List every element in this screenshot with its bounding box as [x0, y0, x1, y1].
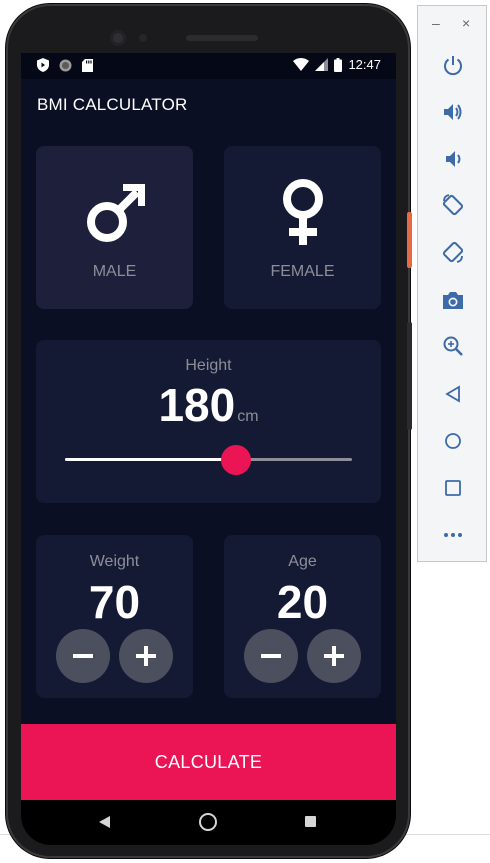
back-icon[interactable] — [440, 381, 466, 407]
weight-label: Weight — [89, 553, 140, 570]
overview-icon[interactable] — [440, 475, 466, 501]
close-button[interactable]: × — [462, 15, 470, 31]
proximity-sensor — [139, 34, 147, 42]
female-card[interactable]: FEMALE — [224, 146, 381, 309]
weight-decrement-button[interactable] — [56, 629, 110, 683]
sd-card-icon — [82, 58, 93, 72]
minus-icon — [73, 654, 93, 658]
status-icons-left — [37, 58, 93, 72]
phone-power-button — [407, 212, 412, 268]
system-nav-bar — [21, 800, 396, 845]
phone-screen: 12:47 BMI CALCULATOR MALE FEMALE Height … — [21, 53, 396, 800]
status-time: 12:47 — [348, 57, 381, 72]
age-decrement-button[interactable] — [244, 629, 298, 683]
height-value-row: 180 cm — [36, 378, 381, 432]
height-unit: cm — [237, 408, 259, 425]
calculate-button[interactable]: CALCULATE — [21, 724, 396, 800]
power-icon[interactable] — [440, 52, 466, 78]
weight-card: Weight 70 — [36, 535, 193, 698]
toolbar-window-controls: – × — [418, 6, 486, 42]
height-label: Height — [185, 357, 232, 374]
height-value: 180 — [158, 379, 236, 431]
status-icons-right: 12:47 — [293, 57, 381, 72]
plus-icon — [136, 646, 156, 666]
phone-volume-button — [407, 322, 412, 430]
nav-recents-icon[interactable] — [305, 816, 316, 827]
age-label: Age — [288, 553, 317, 570]
play-protect-icon — [37, 58, 49, 72]
app-title: BMI CALCULATOR — [37, 95, 188, 114]
status-bar: 12:47 — [21, 53, 396, 79]
minimize-button[interactable]: – — [432, 15, 440, 31]
height-card: Height 180 cm — [36, 340, 381, 503]
rotate-left-icon[interactable] — [440, 192, 466, 218]
height-slider-thumb[interactable] — [221, 445, 251, 475]
home-icon[interactable] — [440, 428, 466, 454]
front-camera — [110, 30, 126, 46]
age-value: 20 — [276, 576, 329, 628]
male-card[interactable]: MALE — [36, 146, 193, 309]
earpiece-speaker — [186, 35, 258, 41]
sync-icon — [59, 59, 72, 71]
app-bar: BMI CALCULATOR — [21, 79, 396, 131]
more-icon[interactable] — [440, 522, 466, 548]
male-icon — [87, 184, 145, 242]
camera-icon[interactable] — [440, 287, 466, 313]
rotate-right-icon[interactable] — [440, 239, 466, 265]
volume-down-icon[interactable] — [440, 146, 466, 172]
female-label: FEMALE — [270, 263, 335, 280]
age-increment-button[interactable] — [307, 629, 361, 683]
volume-up-icon[interactable] — [440, 99, 466, 125]
minus-icon — [261, 654, 281, 658]
plus-icon — [324, 646, 344, 666]
female-icon — [283, 179, 323, 245]
age-card: Age 20 — [224, 535, 381, 698]
male-label: MALE — [92, 263, 137, 280]
battery-icon — [334, 57, 343, 72]
nav-home-icon[interactable] — [199, 813, 217, 831]
height-slider-active-track[interactable] — [65, 458, 236, 461]
weight-increment-button[interactable] — [119, 629, 173, 683]
nav-back-icon[interactable] — [99, 816, 110, 828]
wifi-icon — [293, 58, 310, 71]
emulator-toolbar: – × — [417, 5, 487, 562]
weight-value: 70 — [88, 576, 141, 628]
zoom-icon[interactable] — [440, 333, 466, 359]
signal-icon — [315, 58, 329, 71]
